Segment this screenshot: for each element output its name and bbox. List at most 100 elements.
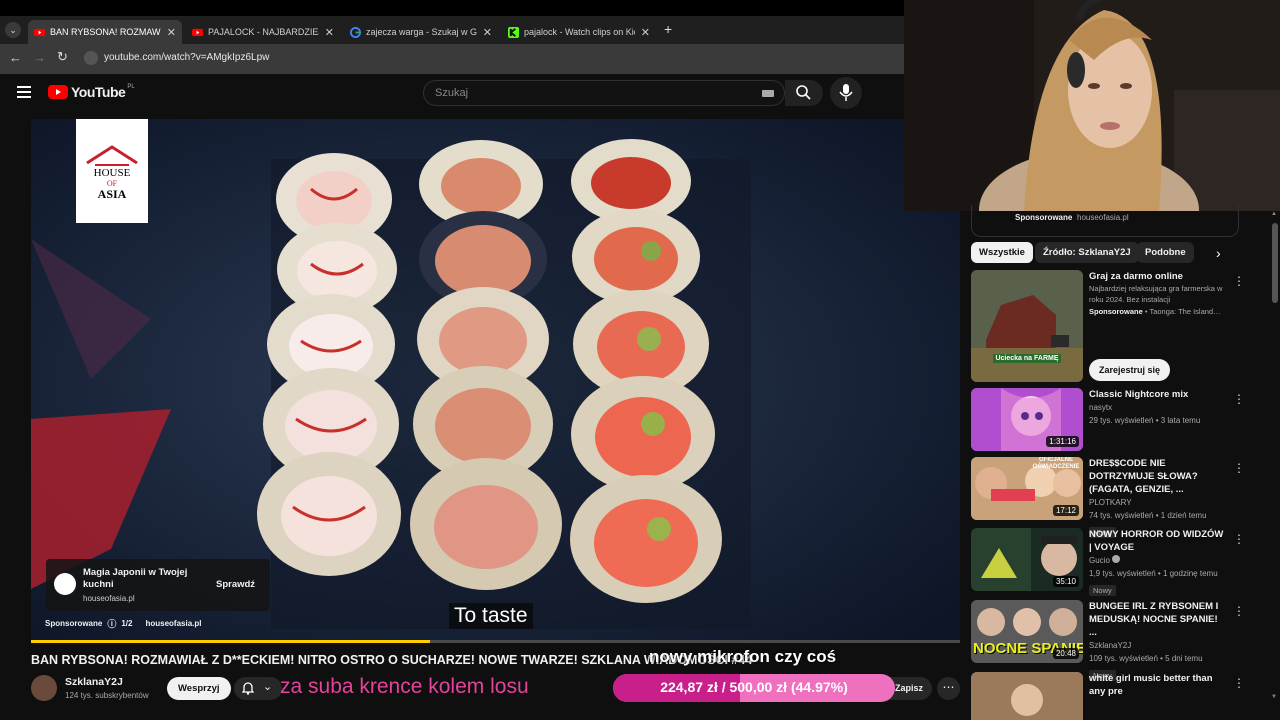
youtube-favicon-icon [192, 28, 203, 36]
video-duration: 20:48 [1052, 648, 1079, 659]
microphone-icon [839, 84, 853, 101]
ad-sponsor-row: Sponsorowane • Taonga: The Island… [1089, 307, 1221, 316]
video-item-title: NOWY HORROR OD WIDZÓW | VOYAGE [1089, 529, 1224, 553]
site-settings-icon[interactable] [84, 51, 98, 65]
forward-icon[interactable]: → [33, 50, 46, 65]
search-placeholder: Szukaj [435, 87, 469, 99]
more-options-icon[interactable]: ⋮ [1233, 532, 1245, 546]
sidebar-video-item[interactable]: 35:10 NOWY HORROR OD WIDZÓW | VOYAGE Guc… [971, 528, 1251, 596]
video-item-title: Classic Nightcore mix [1089, 389, 1189, 400]
video-thumbnail: NOCNE SPANIE 20:48 [971, 600, 1083, 663]
close-tab-icon[interactable]: ✕ [641, 26, 650, 39]
more-options-icon[interactable]: ⋮ [1233, 274, 1245, 288]
google-favicon-icon [350, 26, 361, 38]
video-item-title: DRE$$CODE NIE DOTRZYMUJE SŁOWA? (FAGATA,… [1089, 458, 1198, 495]
video-stats: 1,9 tys. wyświetleń • 1 godzinę temu [1089, 569, 1218, 578]
more-options-icon[interactable]: ⋮ [1233, 604, 1245, 618]
roof-logo-icon [86, 145, 138, 166]
stream-overlay-text: nowy mikrofon czy coś [649, 647, 837, 666]
channel-name[interactable]: SzklanaY2J [65, 676, 123, 688]
scroll-up-icon[interactable]: ▲ [1271, 211, 1277, 217]
ad-sponsor-source: Taonga: The Island… [1149, 307, 1221, 316]
more-actions-button[interactable]: ⋯ [937, 677, 960, 700]
ad-card[interactable]: Magia Japonii w Twojej kuchni houseofasi… [46, 559, 270, 611]
video-channel: Gucio [1089, 554, 1227, 567]
ad-title: Graj za darmo online [1089, 271, 1183, 282]
video-duration: 17:12 [1052, 505, 1079, 516]
logo-text: YouTube [71, 84, 126, 100]
ad-cta-button[interactable]: Sprawdź [216, 579, 255, 590]
tab-label: zajecza warga - Szukaj w Googl [366, 27, 477, 37]
more-options-icon[interactable]: ⋮ [1233, 392, 1245, 406]
back-icon[interactable]: ← [9, 50, 22, 65]
menu-icon[interactable] [17, 86, 31, 98]
browser-tab-1[interactable]: BAN RYBSONA! ROZMAWIAŁ Z ✕ [28, 20, 182, 44]
more-options-icon[interactable]: ⋮ [1233, 676, 1245, 690]
channel-name: Gucio [1089, 556, 1110, 565]
browser-tab-3[interactable]: zajecza warga - Szukaj w Googl ✕ [344, 20, 498, 44]
sidebar-ad-label: Sponsorowane [1015, 213, 1073, 222]
search-button[interactable] [785, 80, 823, 106]
voice-search-button[interactable] [830, 77, 862, 109]
bell-icon [242, 682, 254, 695]
donation-goal-bar: 224,87 zł / 500,00 zł (44.97%) [613, 674, 895, 702]
tab-label: pajalock - Watch clips on Kick [524, 27, 635, 37]
ad-description: Najbardziej relaksująca gra farmerska w … [1089, 284, 1223, 304]
sidebar-video-item[interactable]: white girl music better than any pre ⋮ [971, 672, 1251, 720]
house-of-asia-logo[interactable]: HOUSE OF ASIA [76, 119, 148, 223]
chips-next-icon[interactable]: › [1216, 245, 1221, 261]
chip-source[interactable]: Źródło: SzklanaY2J [1035, 242, 1139, 263]
youtube-logo[interactable]: YouTube PL [48, 84, 135, 100]
sidebar-video-item[interactable]: OFICJALNE OŚWIADCZENIE 17:12 DRE$$CODE N… [971, 457, 1251, 538]
browser-tab-2[interactable]: PAJALOCK - NAJBARDZIEJ TOKS ✕ [186, 20, 340, 44]
notification-bell-button[interactable]: ⌄ [234, 677, 282, 700]
keyboard-icon[interactable] [762, 90, 774, 97]
ad-domain[interactable]: houseofasia.pl [145, 619, 201, 628]
video-stats: 74 tys. wyświetleń • 1 dzień temu [1089, 511, 1207, 520]
sidebar-video-item[interactable]: 1:31:16 Classic Nightcore mix nasytx 29 … [971, 388, 1251, 451]
chevron-down-icon: ⌄ [263, 681, 273, 693]
donation-goal-text: 224,87 zł / 500,00 zł (44.97%) [660, 679, 848, 695]
chip-all[interactable]: Wszystkie [971, 242, 1033, 263]
ad-card-domain: houseofasia.pl [83, 594, 135, 603]
ad-thumbnail-text: Uciecka na FARMĘ [993, 354, 1061, 363]
support-button[interactable]: Wesprzyj [167, 677, 231, 700]
register-button[interactable]: Zarejestruj się [1089, 359, 1171, 381]
close-tab-icon[interactable]: ✕ [325, 26, 334, 39]
video-item-title: BUNGEE IRL Z RYBSONEM I MEDUSKĄ! NOCNE S… [1089, 601, 1219, 638]
sidebar-top-ad[interactable]: Sponsorowane houseofasia.pl [971, 205, 1239, 237]
search-input[interactable]: Szukaj [423, 80, 785, 106]
url-text[interactable]: youtube.com/watch?v=AMgkIpz6Lpw [104, 52, 269, 63]
more-options-icon[interactable]: ⋮ [1233, 461, 1245, 475]
page-scrollbar[interactable]: ▲ ▼ [1271, 211, 1279, 720]
close-tab-icon[interactable]: ✕ [483, 26, 492, 39]
youtube-favicon-icon [34, 28, 45, 36]
video-meta: NOWY HORROR OD WIDZÓW | VOYAGE Gucio 1,9… [1089, 528, 1227, 598]
verified-icon [1112, 555, 1121, 563]
sidebar-video-item[interactable]: NOCNE SPANIE 20:48 BUNGEE IRL Z RYBSONEM… [971, 600, 1251, 681]
browser-tab-4[interactable]: pajalock - Watch clips on Kick ✕ [502, 20, 656, 44]
sidebar-ad-item[interactable]: Uciecka na FARMĘ Graj za darmo online Na… [971, 270, 1251, 385]
video-stats: 29 tys. wyświetleń • 3 lata temu [1089, 416, 1201, 425]
sidebar-ad-domain: houseofasia.pl [1077, 213, 1129, 222]
video-player[interactable]: HOUSE OF ASIA Magia Japonii w Twojej kuc… [31, 119, 960, 641]
ad-thumbnail: Uciecka na FARMĘ [971, 270, 1083, 382]
new-badge: Nowy [1089, 585, 1116, 596]
info-icon[interactable]: ⓘ [107, 617, 116, 630]
video-meta: Classic Nightcore mix nasytx 29 tys. wyś… [1089, 388, 1227, 427]
video-thumbnail: 35:10 [971, 528, 1083, 591]
logo-line-1: HOUSE [93, 167, 131, 179]
logo-line-3: ASIA [97, 187, 127, 201]
tab-list-dropdown-icon[interactable]: ⌄ [5, 22, 21, 38]
video-thumbnail: 1:31:16 [971, 388, 1083, 451]
channel-avatar[interactable] [31, 675, 57, 701]
reload-icon[interactable]: ↻ [57, 49, 68, 65]
video-progress-bar[interactable] [31, 640, 960, 643]
video-channel: PLOTKARY [1089, 498, 1132, 507]
new-tab-button[interactable]: + [664, 21, 672, 37]
tab-label: PAJALOCK - NAJBARDZIEJ TOKS [208, 27, 319, 37]
scroll-down-icon[interactable]: ▼ [1271, 694, 1277, 700]
chip-related[interactable]: Podobne [1137, 242, 1194, 263]
scrollbar-thumb[interactable] [1272, 223, 1278, 303]
close-tab-icon[interactable]: ✕ [167, 26, 176, 39]
